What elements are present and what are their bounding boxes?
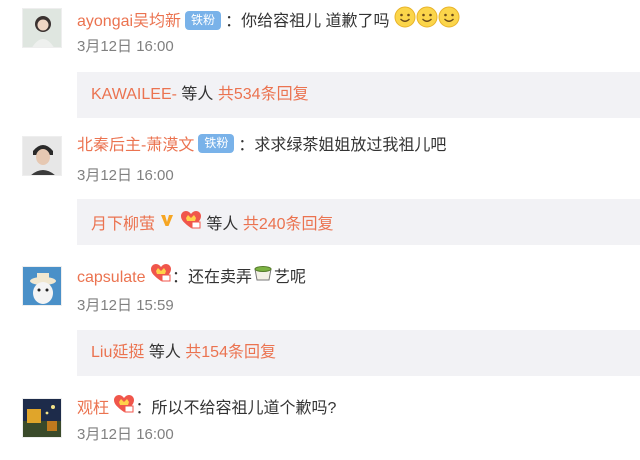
comment-text: 所以不给容祖儿道个歉吗? <box>151 400 337 418</box>
reply-summary[interactable]: KAWAILEE- 等人 共534条回复 <box>77 72 640 118</box>
reply-etc: 等人 <box>181 86 214 103</box>
colon: ： <box>238 137 255 154</box>
colon: ： <box>225 13 242 31</box>
reply-summary[interactable]: Liu延挺 等人 共154条回复 <box>77 330 640 376</box>
reply-username[interactable]: KAWAILEE- <box>91 86 177 103</box>
comment-text-end: 艺呢 <box>273 269 306 287</box>
comment-header: capsulate ：还在卖弄 艺呢 <box>77 263 306 291</box>
smile-emoji-icon <box>438 6 460 34</box>
vip-heart-badge-icon <box>150 263 172 289</box>
gold-v-icon <box>159 212 175 234</box>
comment-text: 求求绿茶姐姐放过我祖儿吧 <box>254 137 447 154</box>
comment-text: 你给容祖儿 道歉了吗 <box>241 13 390 31</box>
avatar[interactable] <box>22 266 62 306</box>
reply-username[interactable]: 月下柳萤 <box>91 216 155 233</box>
comment-time: 3月12日 16:00 <box>77 167 174 184</box>
smile-emoji-icon <box>394 6 416 34</box>
reply-username[interactable]: Liu延挺 <box>91 344 144 361</box>
fan-badge: 铁粉 <box>198 134 235 154</box>
avatar[interactable] <box>22 398 62 438</box>
comment-header: 北秦后主-萧漠文 铁粉 ：求求绿茶姐姐放过我祖儿吧 <box>77 134 447 156</box>
comment-username[interactable]: capsulate <box>77 269 146 286</box>
reply-count[interactable]: 共534条回复 <box>218 86 309 103</box>
green-tea-emoji-icon <box>252 263 274 289</box>
comment-time: 3月12日 15:59 <box>77 297 174 314</box>
comment-username[interactable]: 北秦后主-萧漠文 <box>77 137 194 154</box>
reply-count[interactable]: 共154条回复 <box>185 344 276 361</box>
colon: ： <box>171 269 188 287</box>
comment-time: 3月12日 16:00 <box>77 38 174 55</box>
reply-etc: 等人 <box>148 344 181 361</box>
comment-username[interactable]: 观枉 <box>77 400 109 417</box>
avatar[interactable] <box>22 8 62 48</box>
avatar[interactable] <box>22 136 62 176</box>
comment-time: 3月12日 16:00 <box>77 426 174 443</box>
reply-count[interactable]: 共240条回复 <box>243 216 334 233</box>
comment-header: 观枉 ：所以不给容祖儿道个歉吗? <box>77 394 337 422</box>
reply-etc: 等人 <box>206 216 239 234</box>
fan-badge: 铁粉 <box>185 10 222 30</box>
colon: ： <box>135 400 152 418</box>
vip-heart-badge-icon <box>113 394 135 420</box>
comment-header: ayongai吴均新 铁粉 ：你给容祖儿 道歉了吗 <box>77 6 460 36</box>
vip-heart-badge-icon <box>180 210 202 236</box>
reply-summary[interactable]: 月下柳萤 等人 共240条回复 <box>77 199 640 245</box>
comment-text: 还在卖弄 <box>187 269 252 287</box>
comment-username[interactable]: ayongai吴均新 <box>77 13 181 30</box>
smile-emoji-icon <box>416 6 438 34</box>
